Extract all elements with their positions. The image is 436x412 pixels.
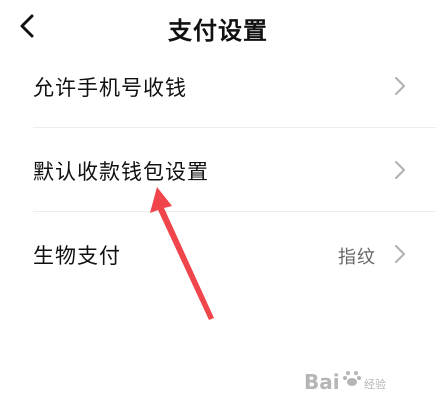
paw-icon (343, 371, 361, 386)
page-title: 支付设置 (168, 17, 268, 45)
watermark-sub: 经验 (364, 378, 386, 391)
setting-biometric-payment[interactable]: 生物支付 指纹 (0, 212, 436, 296)
watermark-text: Bai (304, 370, 340, 394)
setting-label: 默认收款钱包设置 (33, 160, 209, 184)
setting-default-wallet[interactable]: 默认收款钱包设置 (0, 128, 436, 212)
baidu-watermark: Bai 经验 (304, 366, 416, 400)
payment-settings-screen: 支付设置 允许手机号收钱 默认收款钱包设置 生物支付 指纹 Bai 经验 (0, 0, 436, 412)
chevron-right-icon (395, 245, 405, 263)
chevron-right-icon (395, 161, 405, 179)
setting-label: 生物支付 (33, 244, 121, 268)
settings-list: 允许手机号收钱 默认收款钱包设置 生物支付 指纹 (0, 44, 436, 296)
setting-label: 允许手机号收钱 (33, 76, 187, 100)
setting-allow-phone-receive[interactable]: 允许手机号收钱 (0, 44, 436, 128)
chevron-right-icon (395, 77, 405, 95)
setting-value: 指纹 (338, 247, 376, 268)
